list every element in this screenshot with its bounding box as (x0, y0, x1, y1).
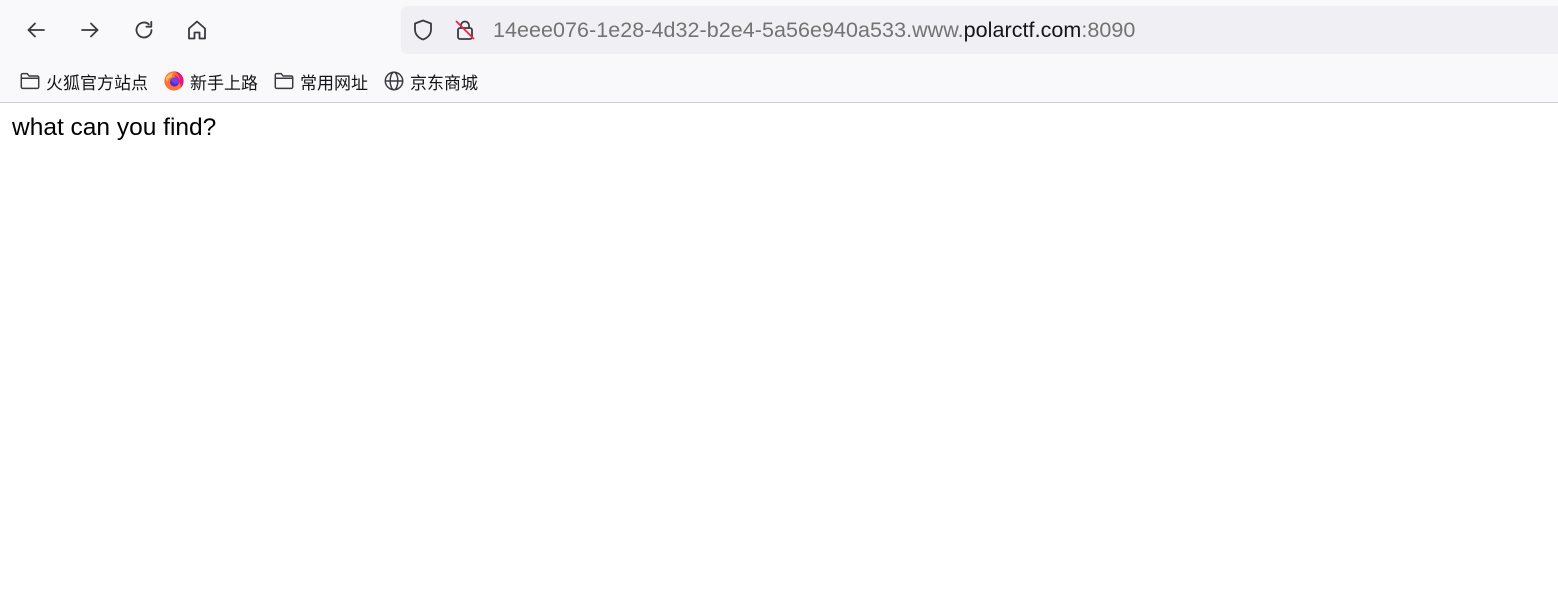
home-icon (188, 20, 206, 40)
globe-icon (382, 69, 406, 93)
url-port: :8090 (1081, 18, 1136, 42)
bookmark-label: 京东商城 (410, 73, 478, 94)
bookmark-firefox-official[interactable]: 火狐官方站点 (12, 62, 152, 100)
bookmark-common-sites[interactable]: 常用网址 (266, 62, 372, 100)
bookmark-getting-started[interactable]: 新手上路 (156, 62, 262, 100)
page-text: what can you find? (12, 114, 217, 141)
bookmark-label: 常用网址 (300, 73, 368, 94)
bookmark-label: 火狐官方站点 (46, 73, 148, 94)
url-bar[interactable]: 14eee076-1e28-4d32-b2e4-5a56e940a533.www… (401, 6, 1558, 54)
folder-icon (18, 69, 42, 93)
back-button[interactable] (18, 12, 54, 48)
bookmark-jd-mall[interactable]: 京东商城 (376, 62, 482, 100)
browser-chrome: 14eee076-1e28-4d32-b2e4-5a56e940a533.www… (0, 0, 1558, 103)
url-text[interactable]: 14eee076-1e28-4d32-b2e4-5a56e940a533.www… (493, 6, 1135, 54)
forward-button[interactable] (72, 12, 108, 48)
reload-icon (135, 20, 153, 39)
reload-button[interactable] (126, 12, 162, 48)
home-button[interactable] (179, 12, 215, 48)
url-domain: polarctf.com (963, 18, 1082, 42)
bookmark-label: 新手上路 (190, 73, 258, 94)
bookmarks-toolbar: 火狐官方站点 新手上路 常用网址 京东商城 (0, 62, 486, 100)
firefox-icon (162, 69, 186, 93)
folder-icon (272, 69, 296, 93)
arrow-right-icon (81, 22, 99, 38)
url-prefix: 14eee076-1e28-4d32-b2e4-5a56e940a533.www… (493, 18, 964, 42)
arrow-left-icon (27, 22, 45, 38)
insecure-lock-icon[interactable] (453, 18, 477, 42)
page-content: what can you find? (0, 104, 1558, 606)
shield-icon[interactable] (411, 18, 435, 42)
